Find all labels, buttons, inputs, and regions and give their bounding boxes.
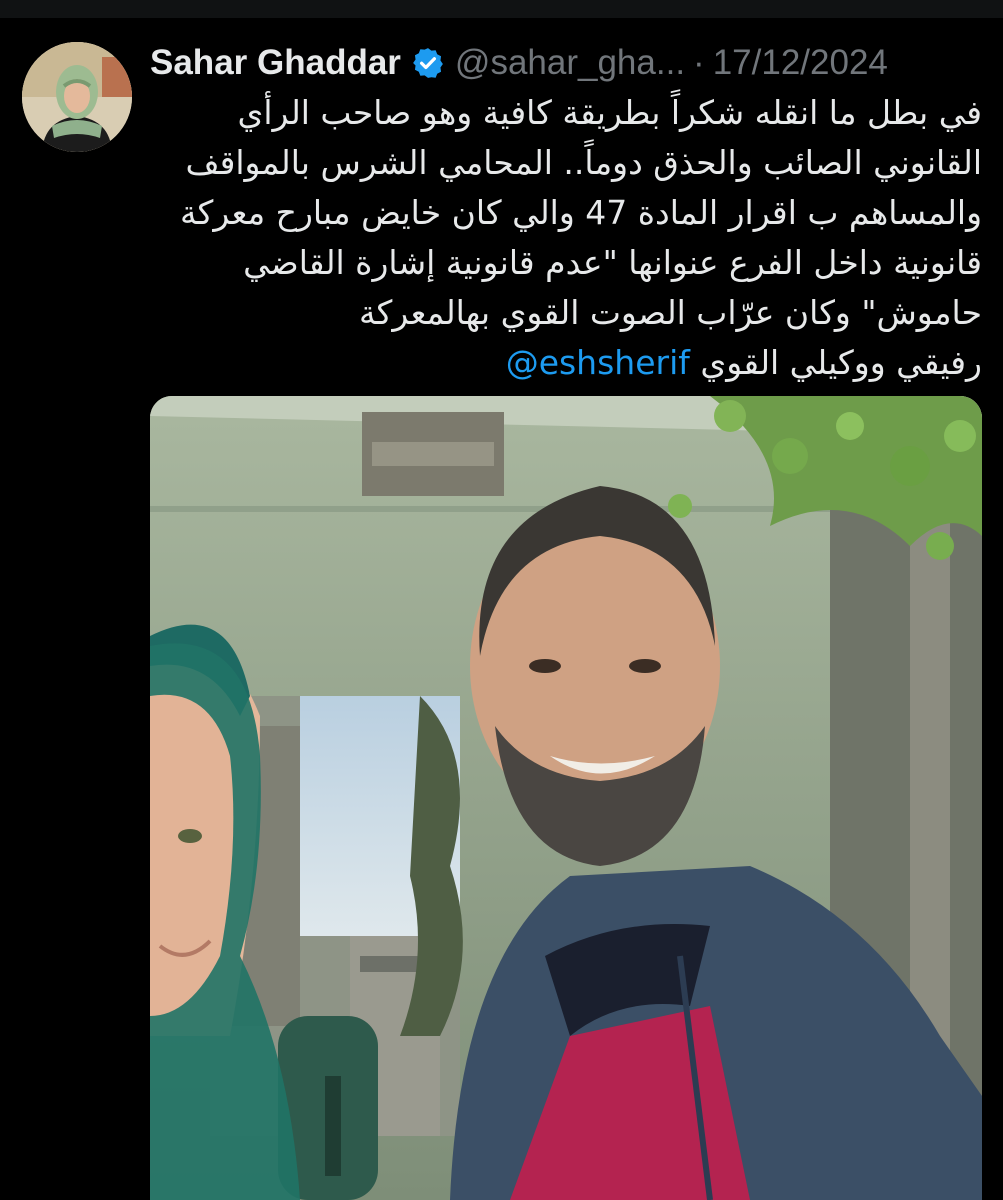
photo-image <box>150 396 982 1200</box>
tweet-text-line: والمساهم ب اقرار المادة 47 والي كان خايض… <box>179 193 982 232</box>
top-divider <box>0 0 1003 18</box>
tweet-photo[interactable] <box>150 396 982 1200</box>
tweet-date[interactable]: 17/12/2024 <box>713 43 888 83</box>
mention-link[interactable]: @eshsherif <box>506 343 690 382</box>
author-handle[interactable]: @sahar_gha... <box>455 43 685 83</box>
tweet-text: في بطل ما انقله شكراً بطريقة كافية وهو ص… <box>150 88 982 388</box>
avatar[interactable] <box>22 42 132 152</box>
tweet-text-line: حاموش" وكان عرّاب الصوت القوي بهالمعركة <box>358 293 982 332</box>
verified-badge-icon <box>413 48 443 78</box>
tweet-text-line: القانوني الصائب والحذق دوماً.. المحامي ا… <box>185 143 982 182</box>
tweet-text-line: في بطل ما انقله شكراً بطريقة كافية وهو ص… <box>237 93 983 132</box>
avatar-image <box>22 42 132 152</box>
tweet-text-line: قانونية داخل الفرع عنوانها "عدم قانونية … <box>243 243 982 282</box>
author-display-name[interactable]: Sahar Ghaddar <box>150 43 401 83</box>
tweet-header: Sahar Ghaddar @sahar_gha... · 17/12/2024 <box>150 40 888 86</box>
header-separator: · <box>693 43 705 82</box>
tweet-text-fragment: رفيقي ووكيلي القوي <box>700 343 982 382</box>
tweet-text-last-line: رفيقي ووكيلي القوي @eshsherif <box>150 338 982 388</box>
